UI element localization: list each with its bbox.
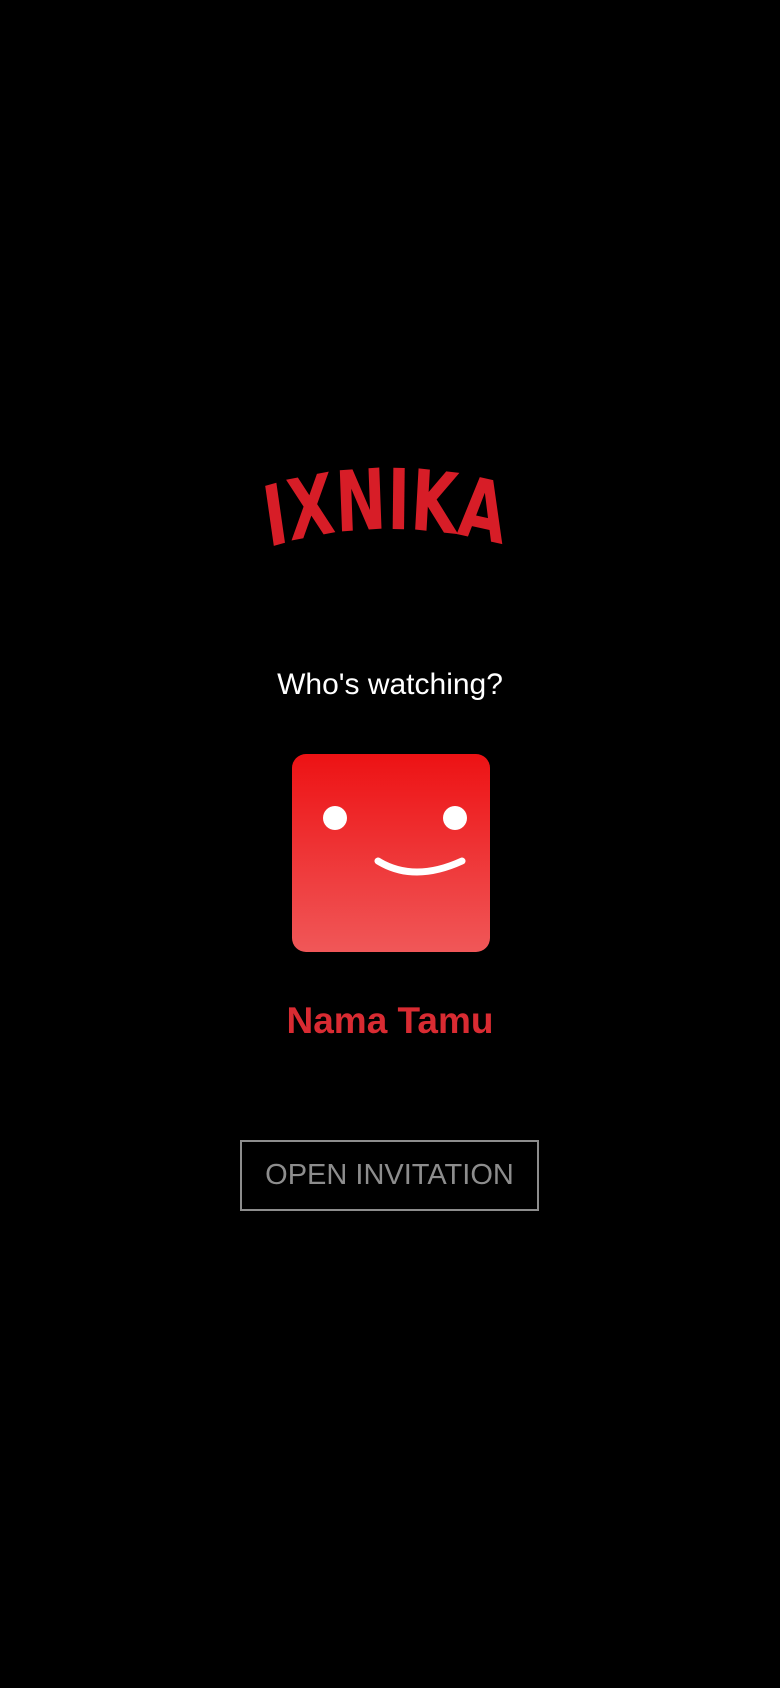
- avatar-right-eye: [443, 806, 467, 830]
- brand-logo-art: FIXNIKAH: [84, 462, 512, 568]
- splash-screen: FIXNIKAH Who's watching? Nama Tamu OPEN …: [0, 0, 780, 1688]
- avatar-background: [292, 754, 490, 952]
- brand-logo-text-path: FIXNIKAH: [84, 462, 512, 568]
- smiley-face-icon: [292, 754, 490, 952]
- brand-logo: FIXNIKAH: [0, 462, 780, 572]
- open-invitation-button[interactable]: OPEN INVITATION: [240, 1140, 539, 1211]
- guest-avatar-button[interactable]: [292, 754, 490, 952]
- guest-name: Nama Tamu: [286, 1000, 494, 1041]
- whos-watching-heading: Who's watching?: [277, 668, 503, 701]
- brand-logo-text: FIXNIKAH: [84, 462, 512, 568]
- avatar-left-eye: [323, 806, 347, 830]
